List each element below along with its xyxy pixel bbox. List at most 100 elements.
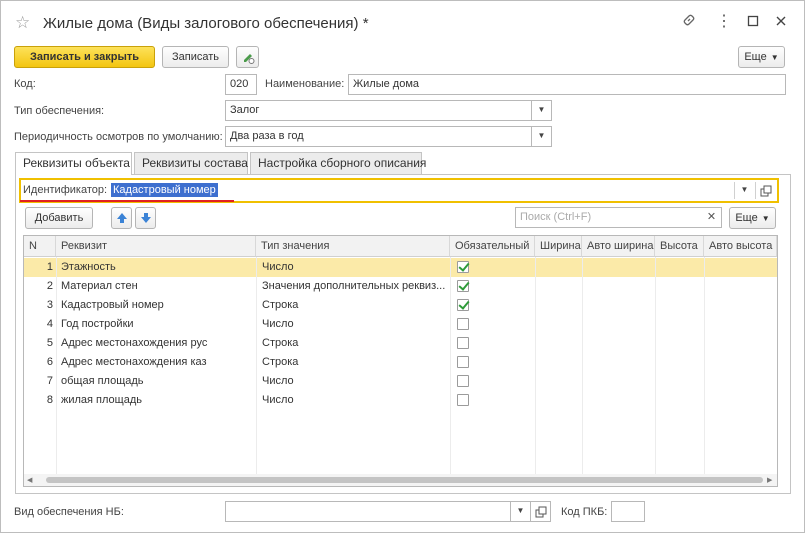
move-up-button[interactable] [111, 207, 132, 229]
edit-button[interactable] [236, 46, 259, 68]
tab-composition-attributes[interactable]: Реквизиты состава [134, 152, 248, 174]
horizontal-scrollbar[interactable]: ◀ ▶ [24, 474, 777, 486]
required-checkbox[interactable] [457, 318, 469, 330]
identifier-label: Идентификатор: [23, 184, 108, 196]
row-attribute-name: жилая площадь [61, 394, 142, 406]
row-attribute-name: Год постройки [61, 318, 134, 330]
code-label: Код: [14, 78, 36, 90]
row-attribute-name: Материал стен [61, 280, 138, 292]
table-row[interactable]: 4 Год постройки Число [24, 315, 777, 334]
required-checkbox[interactable] [457, 299, 469, 311]
window-title: Жилые дома (Виды залогового обеспечения)… [43, 15, 369, 32]
pkb-label: Код ПКБ: [561, 506, 608, 518]
row-number: 2 [46, 280, 53, 292]
required-checkbox[interactable] [457, 337, 469, 349]
arrow-down-icon [140, 213, 151, 223]
table-row[interactable]: 5 Адрес местонахождения рус Строка [24, 334, 777, 353]
arrow-up-icon [116, 213, 127, 223]
row-value-type: Строка [262, 337, 299, 349]
row-number: 4 [46, 318, 53, 330]
scroll-left-icon[interactable]: ◀ [27, 476, 32, 484]
table-row[interactable]: 6 Адрес местонахождения каз Строка [24, 353, 777, 372]
col-header-height[interactable]: Высота [655, 236, 704, 257]
nb-select[interactable] [225, 501, 511, 522]
period-label: Периодичность осмотров по умолчанию: [14, 131, 223, 143]
required-checkbox[interactable] [457, 394, 469, 406]
search-input[interactable]: Поиск (Ctrl+F) [515, 207, 703, 228]
row-value-type: Число [262, 375, 294, 387]
row-attribute-name: общая площадь [61, 375, 144, 387]
save-and-close-button[interactable]: Записать и закрыть [14, 46, 155, 68]
more-label: Еще [744, 51, 767, 63]
row-value-type: Строка [262, 356, 299, 368]
period-select[interactable]: Два раза в год [225, 126, 532, 147]
type-select[interactable]: Залог [225, 100, 532, 121]
col-header-auto-height[interactable]: Авто высота [704, 236, 777, 257]
identifier-value: Кадастровый номер [111, 183, 218, 197]
col-header-required[interactable]: Обязательный [450, 236, 535, 257]
row-attribute-name: Адрес местонахождения рус [61, 337, 208, 349]
required-checkbox[interactable] [457, 375, 469, 387]
name-label: Наименование: [265, 78, 345, 90]
form-window: ☆ Жилые дома (Виды залогового обеспечени… [0, 0, 805, 533]
col-header-n[interactable]: N [24, 236, 56, 257]
chevron-down-icon: ▼ [770, 53, 779, 62]
more-menu-icon[interactable]: ⋮ [713, 13, 735, 33]
row-value-type: Строка [262, 299, 299, 311]
type-dropdown-icon[interactable]: ▼ [532, 100, 552, 121]
grid-more-button[interactable]: Еще ▼ [729, 207, 776, 229]
row-number: 8 [46, 394, 53, 406]
scrollbar-thumb[interactable] [46, 477, 763, 483]
identifier-open-icon[interactable] [755, 182, 775, 199]
move-down-button[interactable] [135, 207, 156, 229]
table-row[interactable]: 7 общая площадь Число [24, 372, 777, 391]
type-label: Тип обеспечения: [14, 105, 105, 117]
save-button[interactable]: Записать [162, 46, 229, 68]
pkb-input[interactable] [611, 501, 645, 522]
row-value-type: Число [262, 318, 294, 330]
close-icon[interactable] [770, 13, 792, 33]
code-input[interactable]: 020 [225, 74, 257, 95]
row-number: 5 [46, 337, 53, 349]
period-dropdown-icon[interactable]: ▼ [532, 126, 552, 147]
identifier-dropdown-icon[interactable]: ▼ [734, 182, 754, 199]
identifier-input[interactable]: Кадастровый номер [109, 182, 734, 199]
table-row[interactable]: 8 жилая площадь Число [24, 391, 777, 410]
tab-object-attributes[interactable]: Реквизиты объекта [15, 152, 132, 175]
clear-search-icon[interactable]: ✕ [702, 207, 722, 228]
row-number: 1 [46, 261, 53, 273]
row-number: 7 [46, 375, 53, 387]
col-header-value-type[interactable]: Тип значения [256, 236, 450, 257]
nb-dropdown-icon[interactable]: ▼ [511, 501, 531, 522]
nb-label: Вид обеспечения НБ: [14, 506, 124, 518]
nb-open-icon[interactable] [531, 501, 551, 522]
add-button[interactable]: Добавить [25, 207, 93, 229]
row-value-type: Число [262, 261, 294, 273]
table-row[interactable]: 1 Этажность Число [24, 258, 777, 277]
row-number: 6 [46, 356, 53, 368]
table-row[interactable]: 3 Кадастровый номер Строка [24, 296, 777, 315]
required-checkbox[interactable] [457, 280, 469, 292]
row-attribute-name: Адрес местонахождения каз [61, 356, 207, 368]
required-checkbox[interactable] [457, 356, 469, 368]
row-attribute-name: Этажность [61, 261, 116, 273]
row-value-type: Значения дополнительных реквиз... [262, 280, 446, 292]
col-header-width[interactable]: Ширина [535, 236, 582, 257]
link-icon[interactable] [678, 13, 700, 33]
more-button[interactable]: Еще ▼ [738, 46, 785, 68]
attributes-table[interactable]: N Реквизит Тип значения Обязательный Шир… [23, 235, 778, 487]
name-input[interactable]: Жилые дома [348, 74, 786, 95]
row-number: 3 [46, 299, 53, 311]
required-checkbox[interactable] [457, 261, 469, 273]
scroll-right-icon[interactable]: ▶ [767, 476, 772, 484]
col-header-attribute[interactable]: Реквизит [56, 236, 256, 257]
chevron-down-icon: ▼ [761, 214, 770, 223]
identifier-red-underline [20, 200, 234, 202]
tab-composite-description[interactable]: Настройка сборного описания [250, 152, 426, 174]
col-header-auto-width[interactable]: Авто ширина [582, 236, 655, 257]
pencil-icon [241, 54, 255, 67]
maximize-icon[interactable] [742, 13, 764, 33]
table-row[interactable]: 2 Материал стен Значения дополнительных ре… [24, 277, 777, 296]
row-attribute-name: Кадастровый номер [61, 299, 164, 311]
favorite-star-icon[interactable]: ☆ [15, 13, 35, 33]
